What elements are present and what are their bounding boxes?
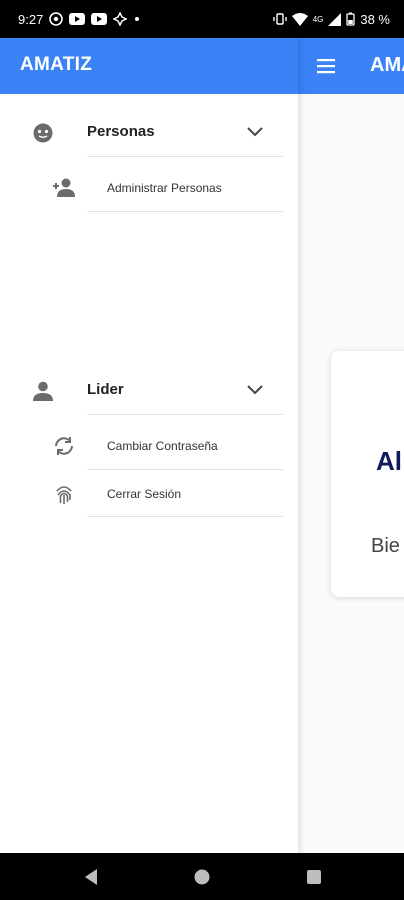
menu-item-label: Administrar Personas bbox=[107, 181, 222, 195]
background-app: AMA Al Bie bbox=[298, 38, 404, 853]
battery-level: 38 % bbox=[360, 11, 390, 27]
menu-icon[interactable] bbox=[316, 56, 338, 76]
recents-icon[interactable] bbox=[303, 866, 325, 888]
back-icon[interactable] bbox=[80, 866, 102, 888]
divider bbox=[87, 156, 283, 157]
navigation-drawer: AMATIZ Personas Administrar Personas Lid… bbox=[0, 38, 298, 853]
card-title: Al bbox=[376, 446, 402, 476]
divider bbox=[87, 414, 283, 415]
sync-icon bbox=[51, 434, 77, 458]
divider bbox=[87, 516, 283, 517]
vibrate-icon bbox=[272, 12, 287, 26]
status-time: 9:27 bbox=[18, 11, 44, 27]
notification-dot-icon bbox=[133, 15, 141, 23]
menu-item-label: Cambiar Contraseña bbox=[107, 439, 218, 453]
home-icon[interactable] bbox=[191, 866, 213, 888]
app-bar: AMA bbox=[298, 38, 404, 94]
chevron-down-icon[interactable] bbox=[245, 383, 265, 397]
person-add-icon bbox=[51, 176, 77, 200]
signal-icon bbox=[328, 12, 342, 26]
divider bbox=[87, 469, 283, 470]
group-label-personas: Personas bbox=[87, 123, 155, 140]
menu-item-label: Cerrar Sesión bbox=[107, 487, 182, 501]
welcome-card: Al Bie bbox=[331, 351, 404, 597]
chevron-down-icon[interactable] bbox=[245, 125, 265, 139]
wifi-icon bbox=[291, 12, 308, 26]
menu-item-administrar-personas[interactable]: Administrar Personas bbox=[0, 165, 298, 211]
status-bar: 9:27 4G 38 % bbox=[0, 0, 404, 38]
menu-item-cerrar-sesion[interactable]: Cerrar Sesión bbox=[0, 471, 298, 517]
group-label-lider: Lider bbox=[87, 381, 124, 398]
face-icon bbox=[31, 121, 55, 145]
battery-icon bbox=[346, 12, 356, 26]
drawer-header: AMATIZ bbox=[0, 38, 298, 94]
group-lider[interactable]: Lider bbox=[0, 367, 298, 415]
game-controller-icon bbox=[113, 12, 128, 26]
youtube-icon bbox=[69, 13, 86, 25]
person-icon bbox=[31, 379, 55, 403]
fingerprint-icon bbox=[51, 482, 77, 506]
youtube-icon bbox=[91, 13, 108, 25]
menu-item-cambiar-contrasena[interactable]: Cambiar Contraseña bbox=[0, 423, 298, 469]
system-nav-bar bbox=[0, 853, 404, 900]
app-title: AMA bbox=[370, 54, 404, 76]
group-personas[interactable]: Personas bbox=[0, 109, 298, 157]
card-text: Bie bbox=[371, 535, 400, 557]
whatsapp-icon bbox=[49, 12, 64, 26]
divider bbox=[87, 211, 283, 212]
drawer-title: AMATIZ bbox=[20, 54, 93, 75]
network-type: 4G bbox=[312, 14, 324, 24]
